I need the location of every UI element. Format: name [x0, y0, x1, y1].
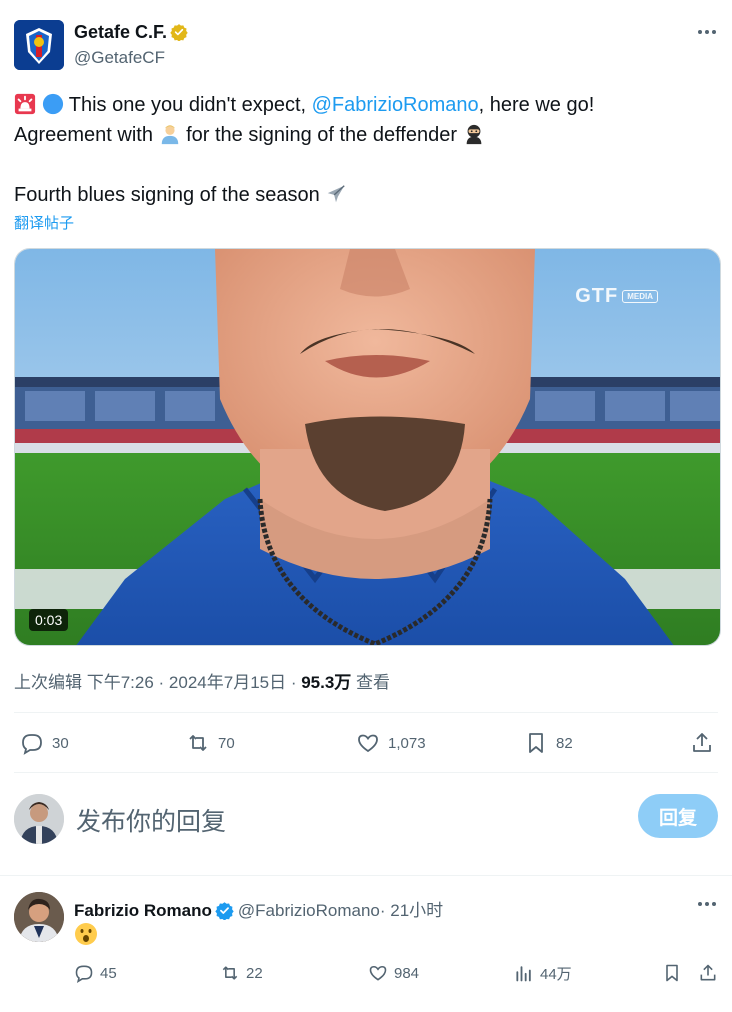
tweet-line-1-end: , here we go!	[478, 94, 595, 116]
bookmark-button[interactable]: 82	[524, 726, 573, 760]
like-button[interactable]: 1,073	[356, 726, 426, 760]
share-icon	[700, 964, 716, 981]
blue-circle-emoji	[42, 93, 63, 115]
meta-views-count: 95.3万	[301, 673, 352, 692]
reply-views-count: 44万	[540, 965, 572, 983]
reply-share-button[interactable]	[698, 960, 724, 986]
mention-fabrizio[interactable]: @FabrizioRomano	[312, 94, 479, 116]
retweet-icon	[222, 966, 238, 980]
retweet-count: 70	[218, 734, 235, 752]
verified-gold-icon	[170, 24, 188, 41]
surprised-emoji	[75, 923, 97, 945]
tweet-line-2: Agreement with for the signing of the de…	[14, 120, 718, 150]
tweet-line-gap	[14, 150, 718, 180]
like-icon	[369, 965, 387, 981]
reply-time[interactable]: · 21小时	[380, 901, 443, 920]
reply-button[interactable]: 30	[20, 726, 69, 760]
reply-tweet[interactable]: Fabrizio Romano @FabrizioRomano· 21小时 45 …	[14, 890, 718, 1000]
tweet-meta: 上次编辑 下午7:26 · 2024年7月15日 · 95.3万 查看	[14, 668, 390, 693]
like-icon	[358, 734, 378, 753]
bookmark-icon	[529, 733, 543, 753]
reply-like-count: 984	[394, 964, 420, 982]
more-icon[interactable]	[696, 22, 718, 42]
tweet-text: This one you didn't expect, @FabrizioRom…	[14, 90, 718, 210]
author-handle[interactable]: @GetafeCF	[74, 48, 165, 68]
video-duration: 0:03	[29, 609, 69, 631]
media-logo: GTF MEDIA	[575, 285, 658, 308]
media-logo-tag: MEDIA	[622, 290, 658, 303]
reply-like-button[interactable]: 984	[368, 960, 419, 986]
tweet-line-3: Fourth blues signing of the season	[14, 180, 718, 210]
meta-time[interactable]: 上次编辑 下午7:26 · 2024年7月15日 ·	[14, 673, 301, 692]
tweet-line-3-text: Fourth blues signing of the season	[14, 184, 326, 206]
reply-reply-button[interactable]: 45	[74, 960, 117, 986]
retweet-button[interactable]: 70	[186, 726, 235, 760]
reply-author-handle[interactable]: @FabrizioRomano	[238, 901, 380, 920]
translate-link[interactable]: 翻译帖子	[14, 212, 74, 233]
reply-header: Fabrizio Romano @FabrizioRomano· 21小时	[74, 896, 443, 921]
reply-author-name[interactable]: Fabrizio Romano	[74, 901, 212, 920]
tweet-line-2-start: Agreement with	[14, 124, 159, 146]
getafe-avatar[interactable]	[14, 20, 64, 70]
tweet-header: Getafe C.F. @GetafeCF	[14, 18, 718, 74]
person-emoji	[161, 125, 178, 145]
reply-bookmark-button[interactable]	[662, 960, 688, 986]
reply-reply-count: 45	[100, 964, 117, 982]
video-media[interactable]: GTF MEDIA 0:03	[14, 248, 721, 646]
divider-compose	[0, 875, 732, 876]
tweet-line-1: This one you didn't expect, @FabrizioRom…	[14, 90, 718, 120]
reply-input[interactable]: 发布你的回复	[76, 802, 226, 838]
bookmark-count: 82	[556, 734, 573, 752]
siren-emoji	[14, 93, 36, 115]
share-icon	[693, 733, 711, 752]
reply-count: 30	[52, 734, 69, 752]
retweet-icon	[189, 735, 207, 751]
airplane-emoji	[328, 185, 346, 203]
views-icon	[516, 966, 531, 982]
video-frame	[15, 249, 720, 645]
reply-retweet-button[interactable]: 22	[220, 960, 263, 986]
share-button[interactable]	[690, 726, 722, 760]
fabrizio-avatar[interactable]	[14, 892, 64, 942]
like-count: 1,073	[388, 734, 426, 752]
reply-views-button[interactable]: 44万	[514, 960, 572, 986]
meta-views-suffix: 查看	[351, 673, 391, 692]
user-avatar[interactable]	[14, 794, 64, 844]
reply-more-icon[interactable]	[696, 894, 718, 919]
bookmark-icon	[666, 964, 678, 982]
ninja-emoji	[466, 124, 481, 145]
reply-icon	[75, 965, 93, 983]
author-name-text[interactable]: Getafe C.F.	[74, 22, 167, 42]
tweet-line-2-middle: for the signing of the deffender	[180, 124, 463, 146]
reply-retweet-count: 22	[246, 964, 263, 982]
tweet-line-1-start: This one you didn't expect,	[68, 94, 312, 116]
divider-bottom-actions	[14, 772, 718, 773]
reply-compose: 发布你的回复 回复	[14, 792, 718, 846]
media-logo-text: GTF	[575, 285, 619, 307]
reply-icon	[22, 734, 42, 755]
reply-action-bar: 45 22 984 44万	[74, 960, 718, 986]
verified-blue-icon	[215, 902, 234, 920]
action-bar: 30 70 1,073 82	[14, 726, 718, 760]
reply-submit-button[interactable]: 回复	[638, 794, 718, 838]
author-name[interactable]: Getafe C.F.	[74, 22, 188, 43]
divider-top-actions	[14, 712, 718, 713]
